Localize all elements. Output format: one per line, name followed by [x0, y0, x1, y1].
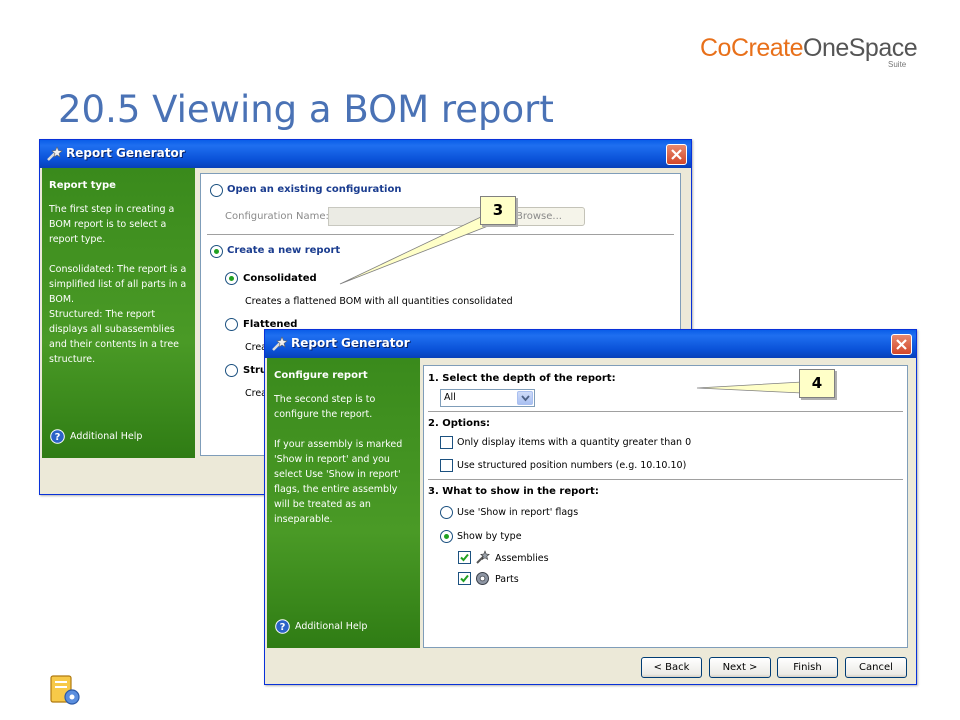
additional-help-link[interactable]: ? Additional Help — [50, 429, 142, 444]
title-bar[interactable]: Report Generator — [40, 140, 691, 168]
assemblies-checkbox[interactable] — [458, 551, 471, 564]
options-section-label: 2. Options: — [428, 418, 491, 429]
open-existing-label: Open an existing configuration — [227, 184, 402, 195]
flattened-radio[interactable] — [225, 318, 238, 331]
logo-cocreate: CoCreate — [700, 34, 804, 62]
svg-text:?: ? — [55, 432, 61, 443]
slide-title: 20.5 Viewing a BOM report — [58, 88, 554, 131]
title-bar[interactable]: Report Generator — [265, 330, 916, 358]
sidebar-paragraph: The second step is to configure the repo… — [274, 394, 376, 420]
show-by-type-radio[interactable] — [440, 530, 453, 543]
quantity-filter-checkbox[interactable] — [440, 436, 453, 449]
help-icon: ? — [50, 429, 65, 444]
sidebar-paragraph: Consolidated: The report is a simplified… — [49, 264, 187, 305]
report-wand-icon — [272, 336, 288, 351]
depth-select[interactable]: All — [440, 389, 535, 407]
next-button[interactable]: Next > — [709, 657, 771, 678]
depth-select-value: All — [444, 392, 456, 403]
report-wand-icon — [47, 146, 63, 161]
help-icon: ? — [275, 619, 290, 634]
sidebar-paragraph: Structured: The report displays all suba… — [49, 309, 180, 365]
quantity-filter-label: Only display items with a quantity great… — [457, 437, 692, 448]
sidebar-paragraph: The first step in creating a BOM report … — [49, 204, 175, 245]
section-divider — [428, 479, 903, 480]
window-title: Report Generator — [66, 146, 185, 160]
consolidated-radio[interactable] — [225, 272, 238, 285]
close-button[interactable] — [891, 334, 912, 355]
parts-label: Parts — [495, 574, 519, 585]
dropdown-arrow[interactable] — [517, 391, 533, 405]
browse-button[interactable]: Browse... — [507, 207, 585, 226]
back-button[interactable]: < Back — [641, 657, 702, 678]
assemblies-label: Assemblies — [495, 553, 549, 564]
show-by-type-label: Show by type — [457, 531, 522, 542]
section-divider — [207, 234, 674, 235]
depth-section-label: 1. Select the depth of the report: — [428, 373, 616, 384]
show-section-label: 3. What to show in the report: — [428, 486, 599, 497]
section-divider — [428, 411, 903, 412]
additional-help-link[interactable]: ? Additional Help — [275, 619, 367, 634]
assembly-icon — [476, 550, 490, 564]
window-title: Report Generator — [291, 336, 410, 350]
cancel-button[interactable]: Cancel — [845, 657, 907, 678]
structured-position-checkbox[interactable] — [440, 459, 453, 472]
sidebar-heading: Configure report — [274, 370, 368, 381]
consolidated-label: Consolidated — [243, 273, 317, 284]
close-button[interactable] — [666, 144, 687, 165]
help-label: Additional Help — [295, 621, 368, 632]
sidebar-description: The second step is to configure the repo… — [274, 392, 416, 542]
close-icon — [671, 149, 682, 160]
brand-logo: CoCreateOneSpace — [700, 34, 918, 63]
show-in-report-flags-label: Use 'Show in report' flags — [457, 507, 579, 518]
parts-checkbox[interactable] — [458, 572, 471, 585]
callout-4: 4 — [799, 369, 835, 398]
create-new-report-label: Create a new report — [227, 245, 341, 256]
configuration-name-input[interactable] — [328, 207, 504, 226]
open-existing-radio[interactable] — [210, 184, 223, 197]
document-settings-icon — [50, 675, 80, 705]
checkmark-icon — [460, 553, 469, 562]
logo-suite: Suite — [888, 60, 907, 69]
structured-radio[interactable] — [225, 364, 238, 377]
help-label: Additional Help — [70, 431, 143, 442]
svg-text:?: ? — [280, 622, 286, 633]
checkmark-icon — [460, 574, 469, 583]
wizard-sidebar: Configure report The second step is to c… — [267, 358, 420, 648]
callout-3: 3 — [480, 196, 516, 225]
structured-position-label: Use structured position numbers (e.g. 10… — [457, 460, 687, 471]
consolidated-description: Creates a flattened BOM with all quantit… — [245, 296, 513, 307]
close-icon — [896, 339, 907, 350]
part-icon — [476, 572, 489, 585]
wizard-content: 1. Select the depth of the report: All 2… — [423, 365, 908, 648]
sidebar-description: The first step in creating a BOM report … — [49, 202, 191, 382]
create-new-report-radio[interactable] — [210, 245, 223, 258]
wizard-sidebar: Report type The first step in creating a… — [42, 168, 195, 458]
chevron-down-icon — [521, 395, 530, 402]
finish-button[interactable]: Finish — [777, 657, 838, 678]
show-in-report-flags-radio[interactable] — [440, 506, 453, 519]
configuration-name-label: Configuration Name: — [225, 211, 329, 222]
sidebar-paragraph: If your assembly is marked 'Show in repo… — [274, 439, 403, 525]
sidebar-heading: Report type — [49, 180, 116, 191]
logo-onespace: OneSpace — [803, 34, 918, 62]
